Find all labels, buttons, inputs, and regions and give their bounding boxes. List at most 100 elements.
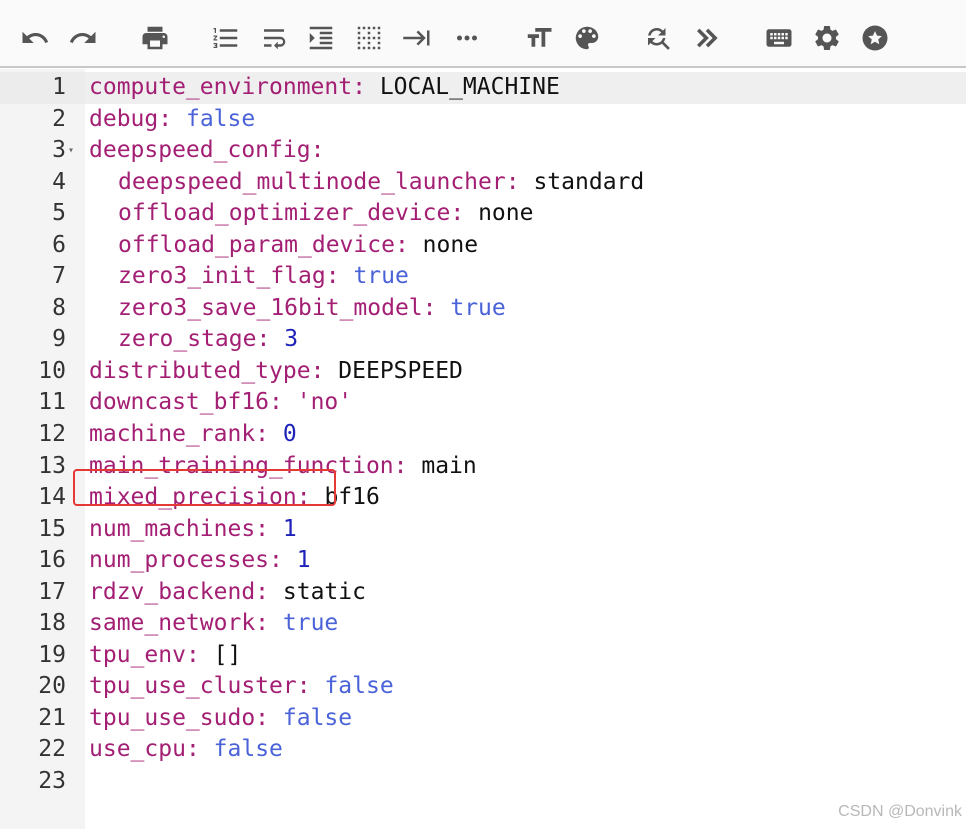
line-number: 23 [38,768,66,795]
code-line[interactable]: 1 compute_environment: LOCAL_MACHINE [0,72,966,104]
code-line[interactable]: 2 debug: false [0,104,966,136]
line-number: 18 [38,610,66,637]
line-number: 22 [38,736,66,763]
code-line[interactable]: 10 distributed_type: DEEPSPEED [0,356,966,388]
code-line[interactable]: 21 tpu_use_sudo: false [0,703,966,735]
line-number: 2 [52,105,66,132]
code-line[interactable]: 15 num_machines: 1 [0,514,966,546]
yaml-value: 1 [282,515,297,542]
line-number: 14 [38,484,66,511]
yaml-key: same_network [89,610,256,637]
code-text: tpu_env: [] [89,641,242,668]
code-text: deepspeed_config: [89,137,325,164]
code-line[interactable]: 8 zero3_save_16bit_model: true [0,293,966,325]
line-number: 16 [38,547,66,574]
code-line[interactable]: 20 tpu_use_cluster: false [0,671,966,703]
code-text: machine_rank: 0 [89,421,297,448]
code-text: compute_environment: LOCAL_MACHINE [89,74,560,100]
yaml-value: true [282,610,339,637]
line-number: 1 [52,74,66,100]
yaml-key: distributed_type [89,357,311,384]
print-button[interactable] [137,20,173,56]
code-line[interactable]: 18 same_network: true [0,608,966,640]
code-line[interactable]: 16 num_processes: 1 [0,545,966,577]
keyboard-shortcuts-button[interactable] [761,20,797,56]
word-wrap-icon [264,29,286,50]
toolbar [0,0,966,68]
indent-button[interactable] [303,20,339,56]
word-wrap-button[interactable] [256,20,292,56]
theme-button[interactable] [569,20,605,56]
yaml-value: main [421,452,477,479]
code-line[interactable]: 7 zero3_init_flag: true [0,261,966,293]
line-numbers-icon [213,28,238,48]
yaml-key: num_processes [89,547,270,574]
line-number: 3 [52,137,66,164]
line-number: 15 [38,515,66,542]
search-replace-button[interactable] [640,20,676,56]
code-text: rdzv_backend: static [89,578,366,605]
code-line[interactable]: 11 downcast_bf16: 'no' [0,387,966,419]
line-number: 4 [52,168,66,195]
line-number: 7 [52,263,66,290]
code-editor[interactable]: 1 compute_environment: LOCAL_MACHINE 2 debu… [0,69,966,829]
undo-button[interactable] [17,20,53,56]
jump-button[interactable] [689,20,725,56]
yaml-value: 3 [284,326,299,353]
yaml-key: rdzv_backend [89,578,256,605]
code-text: deepspeed_multinode_launcher: standard [118,168,645,195]
code-text: tpu_use_cluster: false [89,673,394,700]
yaml-key: tpu_use_cluster [89,673,297,700]
show-whitespace-button[interactable] [351,20,387,56]
tab-button[interactable] [399,20,435,56]
code-line[interactable]: 9 zero_stage: 3 [0,324,966,356]
settings-button[interactable] [809,20,845,56]
code-line[interactable]: 4 deepspeed_multinode_launcher: standard [0,167,966,199]
more-button[interactable] [449,20,485,56]
yaml-value: none [422,231,479,258]
yaml-key: offload_optimizer_device [118,200,451,227]
line-number: 5 [52,200,66,227]
yaml-value: DEEPSPEED [338,357,463,384]
line-number: 11 [38,389,66,416]
line-number: 10 [38,357,66,384]
font-size-button[interactable] [521,20,557,56]
code-line[interactable]: 12 machine_rank: 0 [0,419,966,451]
line-number: 8 [52,294,66,321]
line-number: 9 [52,326,66,353]
code-line[interactable]: 6 offload_param_device: none [0,230,966,262]
yaml-value: standard [533,168,645,195]
font-size-icon [527,28,552,47]
code-text: zero_stage: 3 [118,326,299,353]
code-line[interactable]: 5 offload_optimizer_device: none [0,198,966,230]
tab-icon [403,30,430,46]
code-text: use_cpu: false [89,736,283,763]
favorite-button[interactable] [857,20,893,56]
redo-button[interactable] [65,20,101,56]
code-line[interactable]: 17 rdzv_backend: static [0,577,966,609]
redo-icon [69,31,96,43]
yaml-value: true [353,263,409,290]
code-line[interactable]: 3 ▾ deepspeed_config: [0,135,966,167]
yaml-key: num_machines [89,515,256,542]
code-line[interactable]: 22 use_cpu: false [0,734,966,766]
annotation-highlight-box [73,469,336,506]
yaml-key: downcast_bf16 [89,389,270,416]
yaml-key: tpu_use_sudo [89,704,256,731]
code-text: zero3_init_flag: true [118,263,409,290]
yaml-value: false [282,704,353,731]
line-number: 19 [38,641,66,668]
whitespace-grid-icon [357,26,381,50]
line-numbers-button[interactable] [208,20,244,56]
code-line[interactable]: 23 [0,766,966,798]
yaml-value: 'no' [296,389,353,416]
watermark: CSDN @Donvink [838,803,962,820]
fold-toggle-icon[interactable]: ▾ [68,135,74,167]
code-text: offload_optimizer_device: none [118,200,534,227]
yaml-value: false [213,736,283,763]
line-number: 21 [38,704,66,731]
code-line[interactable]: 19 tpu_env: [] [0,640,966,672]
code-text: same_network: true [89,610,339,637]
palette-icon [575,26,599,50]
yaml-key: deepspeed_multinode_launcher [118,168,506,195]
